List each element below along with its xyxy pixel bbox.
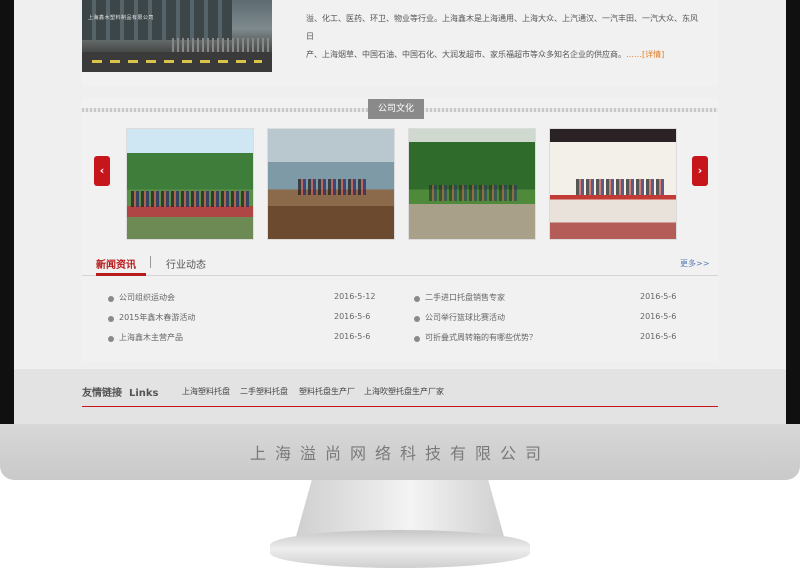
bullet-icon [108, 296, 114, 302]
building-sign: 上海鑫木塑料制品有限公司 [88, 15, 155, 21]
active-tab-underline [96, 273, 146, 276]
links-title: 友情链接 Links [82, 384, 159, 399]
monitor-brand-text: 上海溢尚网络科技有限公司 [249, 444, 550, 463]
about-more-link[interactable]: ……[详情] [626, 50, 664, 59]
list-item[interactable]: 公司组织运动会 2016-5-12 [108, 290, 398, 310]
news-more-link[interactable]: 更多>> [680, 258, 709, 269]
carousel-next-button[interactable]: › [692, 156, 708, 186]
list-item[interactable]: 上海鑫木主营产品 2016-5-6 [108, 330, 398, 350]
culture-photo-forest[interactable] [408, 128, 536, 240]
friendly-link[interactable]: 塑料托盘生产厂 [299, 386, 355, 397]
bullet-icon [414, 316, 420, 322]
news-date: 2016-5-6 [334, 312, 371, 321]
news-list-left: 公司组织运动会 2016-5-12 2015年鑫木春游活动 2016-5-6 上… [108, 290, 398, 350]
culture-photo-exhibition[interactable] [549, 128, 677, 240]
bullet-icon [414, 296, 420, 302]
road-lines [92, 60, 262, 63]
group-people [298, 179, 368, 195]
links-red-rule [82, 406, 718, 407]
group-people [131, 191, 251, 207]
news-title[interactable]: 上海鑫木主营产品 [119, 332, 183, 343]
news-tabbar: 新闻资讯 行业动态 更多>> [82, 250, 718, 276]
about-text-line2: 产、上海烟草、中国石油、中国石化、大润发超市、家乐福超市等众多知名企业的供应商。… [306, 46, 698, 64]
news-date: 2016-5-6 [334, 332, 371, 341]
tab-news[interactable]: 新闻资讯 [96, 256, 136, 271]
bullet-icon [108, 316, 114, 322]
friendly-link[interactable]: 上海塑料托盘 [182, 386, 230, 397]
carousel-prev-button[interactable]: ‹ [94, 156, 110, 186]
news-title[interactable]: 可折叠式周转箱的有哪些优势？ [425, 332, 537, 343]
culture-title: 公司文化 [368, 99, 424, 119]
news-title[interactable]: 公司举行篮球比赛活动 [425, 312, 505, 323]
group-people [576, 179, 666, 195]
gate [172, 38, 272, 52]
friendly-link[interactable]: 二手塑料托盘 [240, 386, 288, 397]
monitor-mockup: 上海鑫木塑料制品有限公司 溢、化工、医药、环卫、物业等行业。上海鑫木是上海通用、… [0, 0, 800, 580]
tab-divider [150, 256, 151, 268]
list-item[interactable]: 2015年鑫木春游活动 2016-5-6 [108, 310, 398, 330]
news-date: 2016-5-12 [334, 292, 376, 301]
friendly-links-bar: 友情链接 Links 上海塑料托盘 二手塑料托盘 塑料托盘生产厂 上海吹塑托盘生… [14, 369, 786, 424]
bullet-icon [108, 336, 114, 342]
culture-photo-seaside[interactable] [267, 128, 395, 240]
news-title[interactable]: 2015年鑫木春游活动 [119, 312, 195, 323]
about-text: 溢、化工、医药、环卫、物业等行业。上海鑫木是上海通用、上海大众、上汽通汉、一汽丰… [306, 10, 698, 64]
monitor-screen: 上海鑫木塑料制品有限公司 溢、化工、医药、环卫、物业等行业。上海鑫木是上海通用、… [14, 0, 786, 424]
links-title-en: Links [128, 388, 159, 399]
news-date: 2016-5-6 [640, 332, 677, 341]
friendly-link[interactable]: 上海吹塑托盘生产厂家 [364, 386, 444, 397]
links-title-cn: 友情链接 [82, 388, 122, 399]
list-item[interactable]: 二手进口托盘销售专家 2016-5-6 [414, 290, 704, 310]
group-people [429, 185, 519, 201]
news-date: 2016-5-6 [640, 312, 677, 321]
news-title[interactable]: 二手进口托盘销售专家 [425, 292, 505, 303]
monitor-stand-base [270, 530, 530, 568]
news-section: 新闻资讯 行业动态 更多>> 公司组织运动会 2016-5-12 2015年鑫木… [82, 250, 718, 362]
bullet-icon [414, 336, 420, 342]
news-date: 2016-5-6 [640, 292, 677, 301]
company-building-photo: 上海鑫木塑料制品有限公司 [82, 0, 272, 72]
tab-industry[interactable]: 行业动态 [166, 256, 206, 271]
news-list-right: 二手进口托盘销售专家 2016-5-6 公司举行篮球比赛活动 2016-5-6 … [414, 290, 704, 350]
culture-section: 公司文化 ‹ › [82, 98, 718, 250]
news-title[interactable]: 公司组织运动会 [119, 292, 175, 303]
about-section: 上海鑫木塑料制品有限公司 溢、化工、医药、环卫、物业等行业。上海鑫木是上海通用、… [82, 0, 718, 86]
about-text-line2-body: 产、上海烟草、中国石油、中国石化、大润发超市、家乐福超市等众多知名企业的供应商。 [306, 50, 626, 59]
culture-photo-hiking[interactable] [126, 128, 254, 240]
list-item[interactable]: 公司举行篮球比赛活动 2016-5-6 [414, 310, 704, 330]
about-text-line1: 溢、化工、医药、环卫、物业等行业。上海鑫木是上海通用、上海大众、上汽通汉、一汽丰… [306, 14, 698, 41]
list-item[interactable]: 可折叠式周转箱的有哪些优势？ 2016-5-6 [414, 330, 704, 350]
